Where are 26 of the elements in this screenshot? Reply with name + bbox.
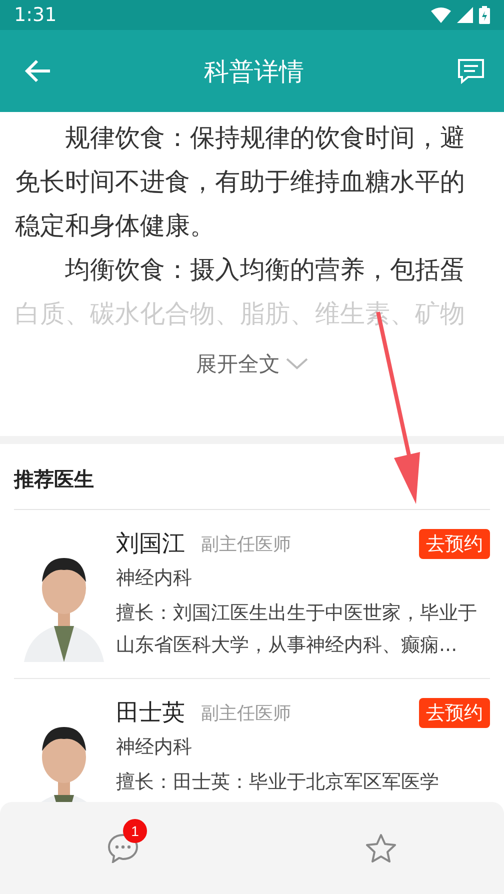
wifi-icon <box>431 7 451 23</box>
notification-badge: 1 <box>123 819 147 843</box>
favorite-button[interactable] <box>365 833 397 863</box>
appointment-button[interactable]: 去预约 <box>419 528 490 558</box>
signal-icon <box>457 7 473 23</box>
doctor-department: 神经内科 <box>116 566 193 591</box>
status-time: 1:31 <box>14 4 57 26</box>
doctor-rank: 副主任医师 <box>201 532 292 556</box>
star-icon <box>365 833 397 863</box>
doctor-specialty: 擅长：田士英：毕业于北京军区军医学 <box>116 770 440 795</box>
back-button[interactable] <box>24 59 52 83</box>
chevron-down-icon <box>286 358 308 370</box>
doctor-department: 神经内科 <box>116 735 193 760</box>
doctor-specialty: 擅长：刘国江医生出生于中医世家，毕业于山东省医科大学，从事神经内科、癫痫... <box>116 601 478 658</box>
chat-bubble-icon <box>456 58 486 84</box>
appointment-button[interactable]: 去预约 <box>419 698 490 728</box>
message-button[interactable] <box>456 58 486 84</box>
article-paragraph: 规律饮食：保持规律的饮食时间，避免长时间不进食，有助于维持血糖水平的稳定和身体健康。 <box>15 122 466 242</box>
back-arrow-icon <box>24 59 52 83</box>
doctor-name: 田士英 <box>116 699 185 728</box>
doctor-name: 刘国江 <box>116 530 185 559</box>
doctor-rank: 副主任医师 <box>201 702 292 724</box>
battery-icon <box>479 6 490 24</box>
page-title: 科普详情 <box>204 56 304 88</box>
expand-button[interactable]: 展开全文 <box>196 350 308 378</box>
comment-button[interactable]: 1 <box>107 819 151 863</box>
